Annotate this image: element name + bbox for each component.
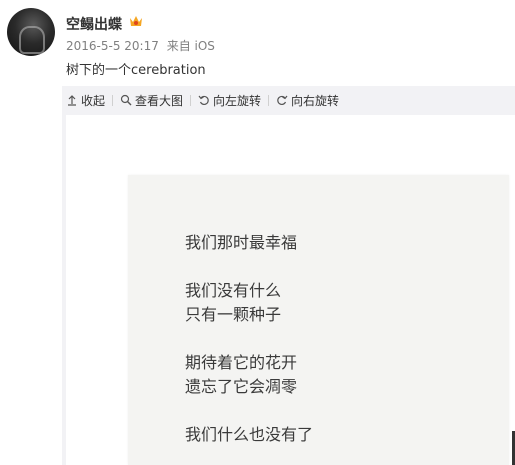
rotate-right-button[interactable]: 向右旋转 xyxy=(271,92,344,109)
collapse-arrow-icon xyxy=(68,95,76,106)
toolbar-divider xyxy=(190,94,192,106)
view-large-button[interactable]: 查看大图 xyxy=(115,92,188,109)
poem-line: 只有一颗种子 xyxy=(185,305,282,324)
poem-line: 期待着它的花开 xyxy=(185,353,298,372)
view-large-label: 查看大图 xyxy=(135,93,184,108)
post-text: 树下的一个cerebration xyxy=(66,63,206,78)
rotate-right-label: 向右旋转 xyxy=(291,93,340,108)
rotate-left-label: 向左旋转 xyxy=(213,93,262,108)
collapse-label: 收起 xyxy=(81,93,106,108)
image-viewer[interactable]: 我们那时最幸福 我们没有什么 只有一颗种子 期待着它的花开 遗忘了它会凋零 我们… xyxy=(66,115,515,465)
rotate-right-icon xyxy=(277,95,288,106)
toolbar-divider xyxy=(112,94,114,106)
post-meta: 2016-5-5 20:17 来自 iOS xyxy=(66,37,215,54)
media-toolbar: 收起 查看大图 向左旋转 向右旋转 xyxy=(62,86,515,114)
poem-line: 我们那时最幸福 xyxy=(185,233,298,252)
poem-line: 我们什么也没有了 xyxy=(185,425,314,444)
poem-line: 遗忘了它会凋零 xyxy=(185,377,298,396)
media-panel: 收起 查看大图 向左旋转 向右旋转 我们那时最幸福 我们没有什么 只有一颗种子 … xyxy=(62,86,515,465)
vip-crown-icon[interactable] xyxy=(128,13,144,29)
photo-poem: 我们那时最幸福 我们没有什么 只有一颗种子 期待着它的花开 遗忘了它会凋零 我们… xyxy=(185,231,313,447)
post-timestamp[interactable]: 2016-5-5 20:17 xyxy=(66,39,159,53)
collapse-button[interactable]: 收起 xyxy=(62,92,110,109)
toolbar-divider xyxy=(268,94,270,106)
avatar[interactable] xyxy=(7,8,55,56)
rotate-left-icon xyxy=(198,95,209,106)
magnifier-icon xyxy=(120,94,132,106)
photo: 我们那时最幸福 我们没有什么 只有一颗种子 期待着它的花开 遗忘了它会凋零 我们… xyxy=(128,175,509,465)
username[interactable]: 空鳎出蝶 xyxy=(66,14,122,34)
post-source: 来自 iOS xyxy=(166,39,215,53)
poem-line: 我们没有什么 xyxy=(185,281,282,300)
rotate-left-button[interactable]: 向左旋转 xyxy=(193,92,266,109)
avatar-figure xyxy=(19,26,45,54)
